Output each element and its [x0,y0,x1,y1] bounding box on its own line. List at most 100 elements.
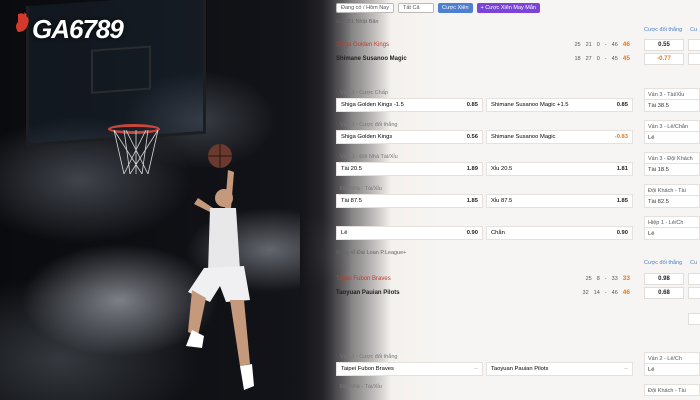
bet-label: Tài 20.5 [341,166,362,172]
market-title: Ván 3 - Cược đối thắng [340,122,398,128]
score-cell: - [604,290,607,296]
filter-toolbar: Đang có / Hôm Nay Tất Cả Cược Xiên + Cượ… [336,2,540,14]
side-market[interactable]: Ván 2 - Lẻ/Ch Lẻ [644,352,700,382]
away-total-score: 46 [622,289,630,296]
bet-label: Xỉu 20.5 [491,166,513,172]
league-title: Giải B1 Nhật Bản [336,19,379,25]
side-market-title: Ván 3 - Tài/Xỉu [644,88,700,100]
market-title: Đội Nhà - Tài/Xỉu [340,384,382,390]
score-cell: 32 [582,290,589,296]
score-cell: - [604,276,607,282]
away-total-score: 45 [622,55,630,62]
score-cell: 8 [596,276,600,282]
odds-extra[interactable] [688,313,700,325]
bet-option[interactable]: Taipei Fubon Braves -- [336,362,483,376]
bet-price: 1.85 [466,198,478,204]
home-scores: 25 21 0 - 46 46 [566,38,630,52]
league-header[interactable]: Giải B1 Nhật Bản [336,17,379,27]
bet-label: Chẵn [491,230,505,236]
side-market[interactable]: Đội Khách - Tài Tài 82.5 [644,184,700,214]
bet-option[interactable]: Shiga Golden Kings 0.56 [336,130,483,144]
bet-price: -- [474,366,478,372]
bet-label: Shiga Golden Kings [341,134,393,140]
bet-price: 1.81 [616,166,628,172]
backboard-square [91,45,151,94]
market-block: Ván 3 - Cược Chấp Shiga Golden Kings -1.… [336,88,636,118]
brand-logo[interactable]: GA6789 [32,14,124,45]
odds-away[interactable]: -0.77 [644,53,684,65]
score-cell: 25 [585,276,592,282]
odds-away-2[interactable] [688,53,700,65]
side-market[interactable]: Ván 3 - Đội Khách Tài 18.5 [644,152,700,182]
market-block: Đội Nhà - Tài/Xỉu [336,382,636,400]
bet-option[interactable]: Xỉu 20.5 1.81 [486,162,633,176]
away-team-name: Shimane Susanoo Magic [336,56,407,62]
net-graphic [113,130,159,175]
side-market-title: Ván 2 - Lẻ/Ch [644,352,700,364]
column-header-handicap-2: Cu [690,260,698,266]
day-filter-select[interactable]: Đang có / Hôm Nay [336,3,394,13]
side-market[interactable]: Đội Khách - Tài [644,384,700,398]
bet-price: 0.90 [616,230,628,236]
bet-option[interactable]: Shimane Susanoo Magic +1.5 0.85 [486,98,633,112]
bet-price: 0.56 [466,134,478,140]
parlay-button[interactable]: Cược Xiên [438,3,473,13]
player-silhouette [186,170,254,390]
market-title [336,216,636,226]
side-market[interactable]: Ván 3 - Lẻ/Chẵn Lẻ [644,120,700,150]
column-header-handicap-2: Cu [690,27,698,33]
bet-label: Lẻ [341,230,348,236]
bet-option[interactable]: Taoyuan Pauian Pilots -- [486,362,633,376]
bet-option[interactable]: Xỉu 87.5 1.85 [486,194,633,208]
side-market-value: Lẻ [644,364,700,376]
score-cell: 18 [574,56,581,62]
brand-logo-text: GA6789 [32,14,124,44]
bet-option[interactable]: Tài 20.5 1.89 [336,162,483,176]
score-cell: - [604,56,607,62]
home-total-score: 33 [622,275,630,282]
league-header[interactable]: Bóng rổ Đài Loan P.League+ [336,248,406,258]
bet-price: 1.89 [466,166,478,172]
odds-home[interactable]: 0.55 [644,39,684,51]
side-market-value: Tài 38.5 [644,100,700,112]
side-market-title: Hiệp 1 - Lẻ/Ch [644,216,700,228]
score-cell: 45 [611,56,618,62]
side-market[interactable]: Ván 3 - Tài/Xỉu Tài 38.5 [644,88,700,118]
bet-option[interactable]: Tài 87.5 1.85 [336,194,483,208]
bet-price: -- [624,366,628,372]
bet-option[interactable]: Shiga Golden Kings -1.5 0.85 [336,98,483,112]
odds-away-2[interactable] [688,287,700,299]
bet-label: Taipei Fubon Braves [341,366,394,372]
bet-label: Shiga Golden Kings -1.5 [341,102,404,108]
odds-home[interactable]: 0.98 [644,273,684,285]
match-row[interactable]: Shiga Golden Kings 25 21 0 - 46 46 Shima… [336,38,636,66]
side-market-title: Đội Khách - Tài [644,384,700,396]
bet-price: 0.85 [466,102,478,108]
match-row[interactable]: Taipei Fubon Braves 25 8 - 33 33 Taoyuan… [336,272,636,300]
all-filter-select[interactable]: Tất Cả [398,3,434,13]
score-cell: 46 [611,42,618,48]
bet-option[interactable]: Shimane Susanoo Magic -0.83 [486,130,633,144]
bet-label: Shimane Susanoo Magic [491,134,556,140]
score-cell: 27 [585,56,592,62]
score-cell: 0 [596,42,600,48]
odds-home-2[interactable] [688,273,700,285]
market-block: Đội Nhà - Tài/Xỉu Tài 87.5 1.85 Xỉu 87.5 1… [336,184,636,214]
home-total-score: 46 [622,41,630,48]
score-cell: 33 [611,276,618,282]
score-cell: 14 [593,290,600,296]
home-team-name: Taipei Fubon Braves [336,276,391,282]
bet-option[interactable]: Lẻ 0.90 [336,226,483,240]
market-title: Ván 2 - Cược đối thắng [340,354,398,360]
score-cell: 21 [585,42,592,48]
column-header-handicap: Cược đối thắng [644,27,683,33]
side-market-title: Đội Khách - Tài [644,184,700,196]
lucky-parlay-button[interactable]: + Cược Xiên May Mắn [476,3,540,13]
league-title: Bóng rổ Đài Loan P.League+ [336,250,407,256]
odds-away[interactable]: 0.68 [644,287,684,299]
bet-option[interactable]: Chẵn 0.90 [486,226,633,240]
odds-home-2[interactable] [688,39,700,51]
bet-label: Xỉu 87.5 [491,198,513,204]
side-market[interactable]: Hiệp 1 - Lẻ/Ch Lẻ [644,216,700,246]
market-block: Ván 3 - Cược đối thắng Shiga Golden King… [336,120,636,150]
